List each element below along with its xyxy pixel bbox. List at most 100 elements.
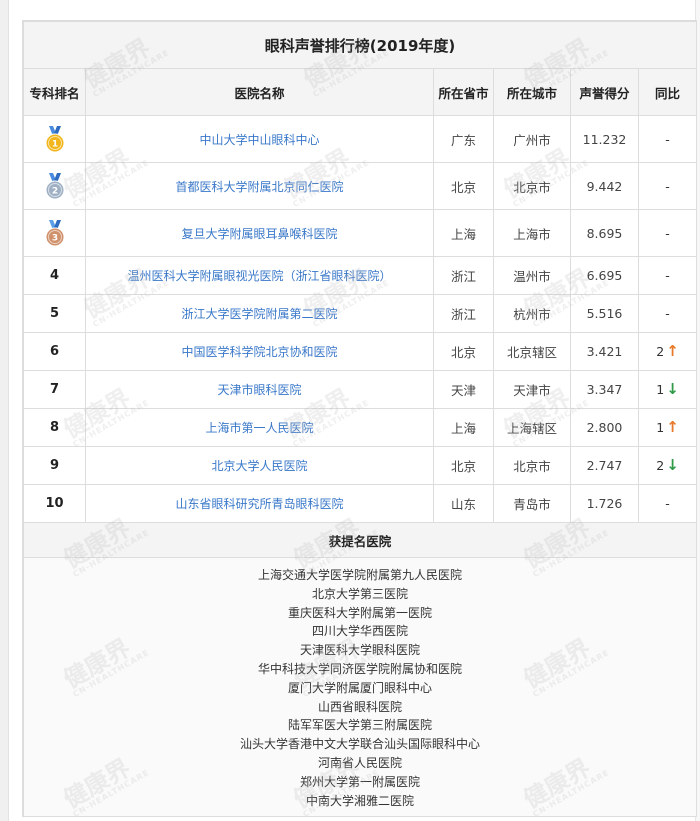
rank-number: 7 xyxy=(49,382,60,397)
yoy-cell: 2 ↑ xyxy=(637,332,698,371)
table-row: 4 温州医科大学附属眼视光医院（浙江省眼科医院） 浙江 温州市 6.695 - xyxy=(23,256,698,295)
hospital-link[interactable]: 上海市第一人民医院 xyxy=(205,421,313,435)
yoy-value: - xyxy=(665,268,670,283)
province-cell: 北京 xyxy=(433,162,494,210)
arrow-down-icon: ↓ xyxy=(666,456,679,474)
hospital-link[interactable]: 中山大学中山眼科中心 xyxy=(199,133,319,147)
province-cell: 浙江 xyxy=(433,294,494,333)
city-cell: 北京市 xyxy=(493,162,571,210)
hospital-cell: 山东省眼科研究所青岛眼科医院 xyxy=(85,484,434,523)
hospital-link[interactable]: 首都医科大学附属北京同仁医院 xyxy=(175,180,343,194)
nominated-item: 天津医科大学眼科医院 xyxy=(300,643,421,658)
hospital-cell: 首都医科大学附属北京同仁医院 xyxy=(85,162,434,210)
svg-text:3: 3 xyxy=(51,234,57,244)
nominated-item: 重庆医科大学附属第一医院 xyxy=(288,605,433,620)
nominated-item: 厦门大学附属厦门眼科中心 xyxy=(288,680,433,695)
yoy-value: 2 xyxy=(656,458,665,473)
col-header-score: 声誉得分 xyxy=(570,68,639,116)
hospital-link[interactable]: 天津市眼科医院 xyxy=(217,383,301,397)
hospital-link[interactable]: 浙江大学医学院附属第二医院 xyxy=(181,307,337,321)
rank-number: 6 xyxy=(49,344,60,359)
city-cell: 北京市 xyxy=(493,446,571,485)
score-cell: 6.695 xyxy=(570,256,639,295)
nominated-item: 汕头大学香港中文大学联合汕头国际眼科中心 xyxy=(240,737,481,752)
nominated-item: 郑州大学第一附属医院 xyxy=(300,774,421,789)
city-cell: 上海市 xyxy=(493,209,571,257)
silver-medal-icon: 2 xyxy=(45,173,64,200)
bronze-medal-icon: 3 xyxy=(45,220,64,247)
hospital-cell: 浙江大学医学院附属第二医院 xyxy=(85,294,434,333)
hospital-link[interactable]: 复旦大学附属眼耳鼻喉科医院 xyxy=(181,227,337,241)
city-cell: 温州市 xyxy=(493,256,571,295)
nominated-item: 陆军军医大学第三附属医院 xyxy=(288,718,433,733)
hospital-cell: 复旦大学附属眼耳鼻喉科医院 xyxy=(85,209,434,257)
score-cell: 5.516 xyxy=(570,294,639,333)
province-cell: 天津 xyxy=(433,370,494,409)
score-cell: 1.726 xyxy=(570,484,639,523)
nominated-item: 山西省眼科医院 xyxy=(318,699,403,714)
hospital-cell: 中山大学中山眼科中心 xyxy=(85,115,434,163)
yoy-cell: - xyxy=(637,115,698,163)
rank-cell: 5 xyxy=(23,294,86,333)
col-header-hospital: 医院名称 xyxy=(85,68,434,116)
rank-cell: 1 xyxy=(23,115,86,163)
rank-cell: 8 xyxy=(23,408,86,447)
score-cell: 2.747 xyxy=(570,446,639,485)
nominated-item: 北京大学第三医院 xyxy=(312,586,409,601)
province-cell: 山东 xyxy=(433,484,494,523)
arrow-down-icon: ↓ xyxy=(666,380,679,398)
nominated-title: 获提名医院 xyxy=(22,522,698,558)
table-row: 9 北京大学人民医院 北京 北京市 2.747 2 ↓ xyxy=(23,446,698,485)
score-cell: 3.347 xyxy=(570,370,639,409)
yoy-cell: - xyxy=(637,209,698,257)
hospital-link[interactable]: 温州医科大学附属眼视光医院（浙江省眼科医院） xyxy=(127,269,391,283)
yoy-value: 2 xyxy=(656,344,665,359)
col-header-city: 所在城市 xyxy=(493,68,571,116)
rank-number: 8 xyxy=(49,420,60,435)
table-title: 眼科声誉排行榜(2019年度) xyxy=(22,21,698,69)
province-cell: 北京 xyxy=(433,446,494,485)
yoy-cell: - xyxy=(637,294,698,333)
table-row: 10 山东省眼科研究所青岛眼科医院 山东 青岛市 1.726 - xyxy=(23,484,698,523)
nominated-item: 中南大学湘雅二医院 xyxy=(306,793,415,808)
yoy-value: - xyxy=(665,178,670,194)
arrow-up-icon: ↑ xyxy=(666,418,679,436)
hospital-cell: 中国医学科学院北京协和医院 xyxy=(85,332,434,371)
col-header-yoy: 同比 xyxy=(637,68,698,116)
rank-cell: 6 xyxy=(23,332,86,371)
ranking-table: 眼科声誉排行榜(2019年度) 专科排名 医院名称 所在省市 所在城市 声誉得分… xyxy=(22,21,698,818)
rank-cell: 3 xyxy=(23,209,86,257)
province-cell: 浙江 xyxy=(433,256,494,295)
rank-number: 5 xyxy=(49,306,60,321)
province-cell: 广东 xyxy=(433,115,494,163)
province-cell: 北京 xyxy=(433,332,494,371)
rank-cell: 10 xyxy=(23,484,86,523)
nominated-list: 上海交通大学医学院附属第九人民医院 北京大学第三医院 重庆医科大学附属第一医院 四川大… xyxy=(22,556,698,818)
yoy-value: 1 xyxy=(656,382,665,397)
yoy-cell: 1 ↓ xyxy=(637,370,698,409)
city-cell: 杭州市 xyxy=(493,294,571,333)
rank-cell: 9 xyxy=(23,446,86,485)
hospital-link[interactable]: 中国医学科学院北京协和医院 xyxy=(181,345,337,359)
svg-text:1: 1 xyxy=(51,140,57,150)
ranking-table-frame: 眼科声誉排行榜(2019年度) 专科排名 医院名称 所在省市 所在城市 声誉得分… xyxy=(22,20,698,818)
rank-number: 4 xyxy=(49,268,60,283)
province-cell: 上海 xyxy=(433,408,494,447)
hospital-cell: 温州医科大学附属眼视光医院（浙江省眼科医院） xyxy=(85,256,434,295)
hospital-cell: 上海市第一人民医院 xyxy=(85,408,434,447)
nominated-item: 河南省人民医院 xyxy=(318,755,403,770)
city-cell: 北京辖区 xyxy=(493,332,571,371)
nominated-item: 四川大学华西医院 xyxy=(312,624,409,639)
score-cell: 2.800 xyxy=(570,408,639,447)
hospital-link[interactable]: 北京大学人民医院 xyxy=(211,459,307,473)
rank-cell: 7 xyxy=(23,370,86,409)
hospital-cell: 北京大学人民医院 xyxy=(85,446,434,485)
yoy-cell: - xyxy=(637,256,698,295)
score-cell: 9.442 xyxy=(570,162,639,210)
city-cell: 天津市 xyxy=(493,370,571,409)
yoy-cell: - xyxy=(637,162,698,210)
score-cell: 8.695 xyxy=(570,209,639,257)
col-header-rank: 专科排名 xyxy=(23,68,86,116)
gold-medal-icon: 1 xyxy=(45,126,64,153)
hospital-link[interactable]: 山东省眼科研究所青岛眼科医院 xyxy=(175,497,343,511)
